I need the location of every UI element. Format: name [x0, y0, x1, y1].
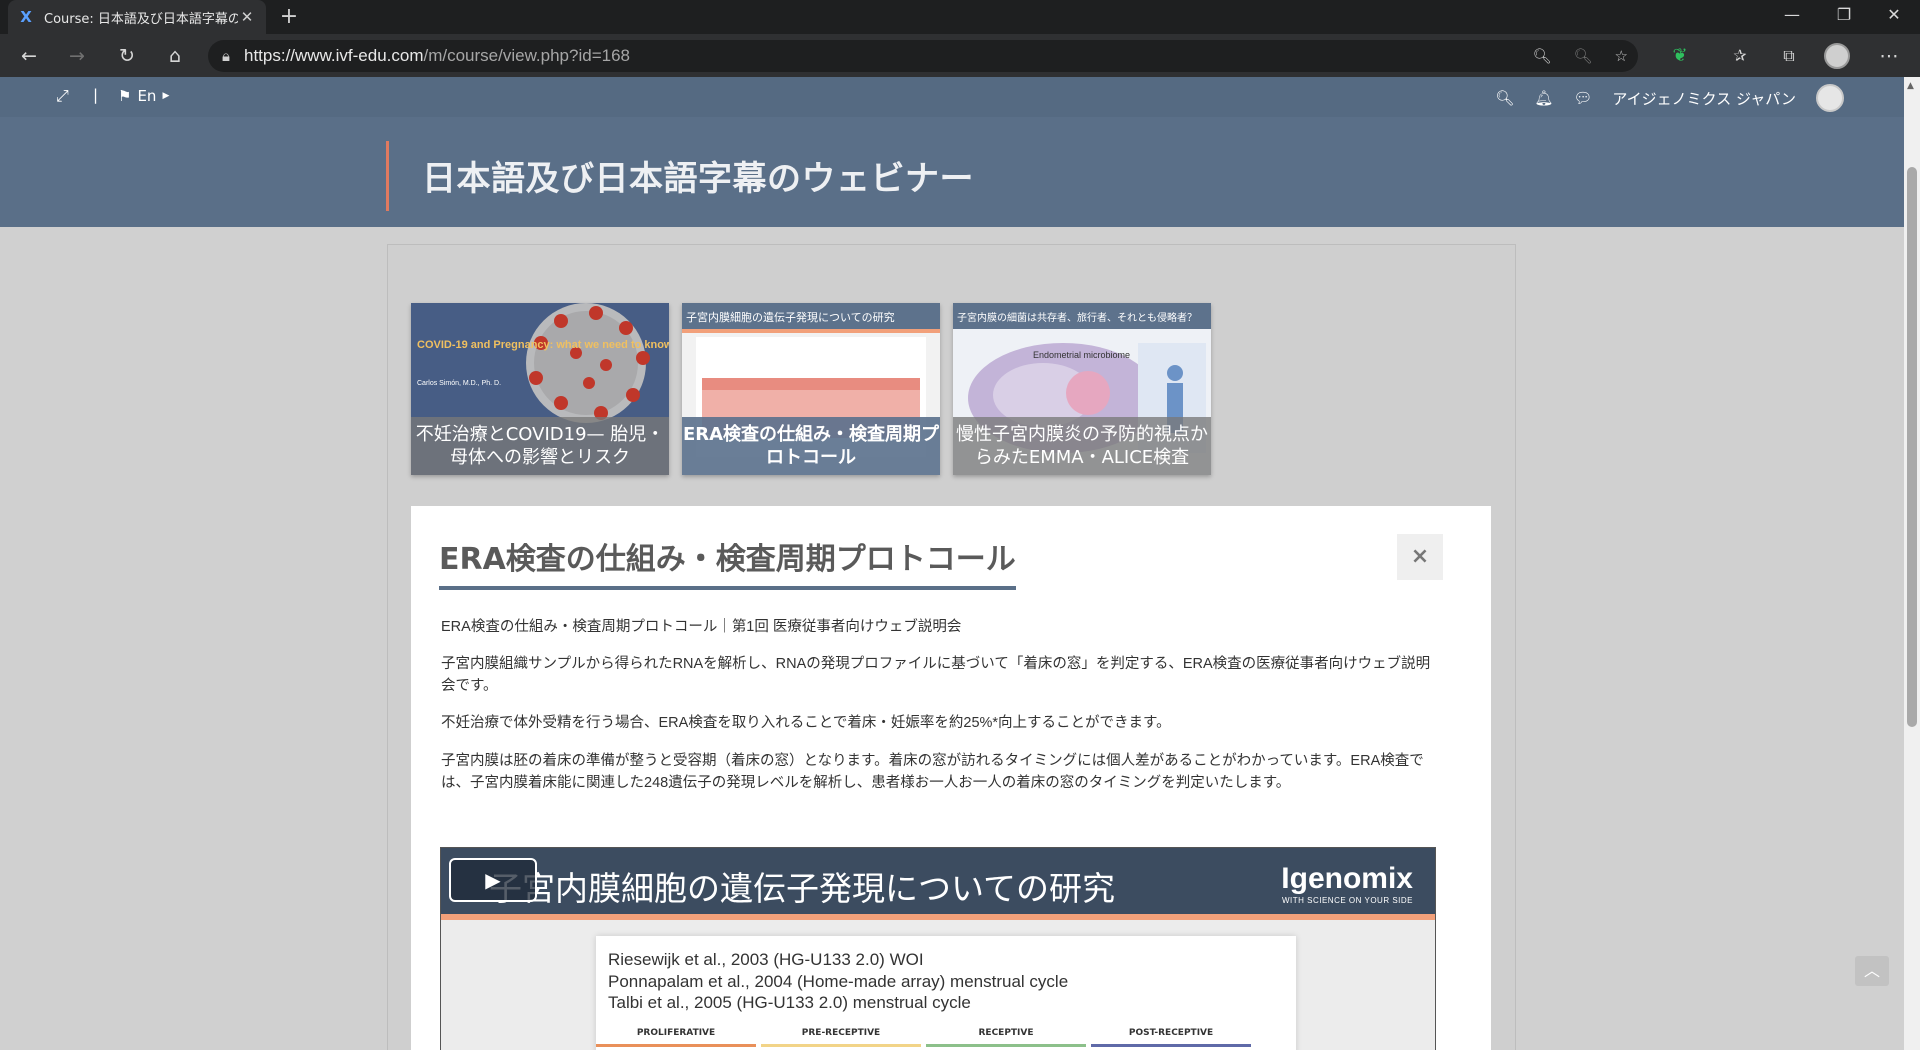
- card-caption: 慢性子宮内膜炎の予防的視点からみたEMMA・ALICE検査: [953, 417, 1211, 475]
- video-slide-content: Riesewijk et al., 2003 (HG-U133 2.0) WOI…: [596, 936, 1296, 1050]
- refresh-button[interactable]: ↻: [112, 41, 142, 71]
- phase-bar: [761, 1044, 921, 1047]
- lock-icon: 🔒︎: [222, 47, 230, 65]
- cycle-phases: PROLIFERATIVE PRE-RECEPTIVE RECEPTIVE PO…: [596, 1028, 1256, 1050]
- svg-text:Endometrial microbiome: Endometrial microbiome: [1033, 350, 1130, 360]
- reference-line: Riesewijk et al., 2003 (HG-U133 2.0) WOI: [608, 950, 924, 969]
- phase-label: RECEPTIVE: [978, 1028, 1034, 1038]
- nav-separator: |: [93, 86, 99, 104]
- evernote-extension-icon[interactable]: ❦: [1665, 41, 1695, 71]
- play-button[interactable]: ▶: [449, 858, 537, 902]
- svg-text:子宮内膜細胞の遺伝子発現についての研究: 子宮内膜細胞の遺伝子発現についての研究: [686, 310, 895, 324]
- fullscreen-toggle-icon[interactable]: ⤢: [56, 86, 69, 106]
- video-slide-header: 子宮内膜細胞の遺伝子発現についての研究 Igenomix WITH SCIENCE…: [441, 848, 1435, 920]
- browser-toolbar: ← → ↻ ⌂ 🔒︎ https://www.ivf-edu.com/m/cou…: [0, 34, 1920, 77]
- phase-label: POST-RECEPTIVE: [1128, 1028, 1214, 1038]
- back-button[interactable]: ←: [14, 41, 44, 71]
- phase-bar: [926, 1044, 1086, 1047]
- play-icon: ▶: [485, 868, 501, 892]
- chevron-up-icon: ︿: [1863, 961, 1880, 980]
- language-menu[interactable]: ⚑ En ▶: [118, 87, 169, 105]
- webinar-card-covid[interactable]: COVID-19 and Pregnancy: what we need to …: [411, 303, 669, 475]
- page-scrollbar[interactable]: ▲: [1904, 77, 1920, 1050]
- browser-tab[interactable]: Χ Course: 日本語及び日本語字幕の ✕: [8, 0, 266, 34]
- site-navbar: ⤢ | ⚑ En ▶ 🔍︎ 🔔︎ 💬︎ アイジェノミクス ジャパン: [0, 77, 1904, 117]
- profile-button[interactable]: [1822, 41, 1852, 71]
- panel-description: 子宮内膜組織サンプルから得られたRNAを解析し、RNAの発現プロファイルに基づい…: [441, 656, 1431, 694]
- language-label: En: [137, 87, 157, 105]
- search-icon[interactable]: 🔍︎: [1495, 89, 1514, 107]
- phase-label: PROLIFERATIVE: [636, 1028, 716, 1038]
- svg-text:子宮内膜の細菌は共存者、旅行者、それとも侵略者？: 子宮内膜の細菌は共存者、旅行者、それとも侵略者？: [957, 311, 1197, 324]
- home-button[interactable]: ⌂: [160, 41, 190, 71]
- collections-icon[interactable]: ⧉: [1774, 41, 1804, 71]
- address-bar[interactable]: 🔒︎ https://www.ivf-edu.com/m/course/view…: [208, 40, 1638, 72]
- reference-line: Ponnapalam et al., 2004 (Home-made array…: [608, 972, 1069, 991]
- card-caption: ERA検査の仕組み・検査周期プロトコール: [682, 417, 940, 475]
- settings-menu-icon[interactable]: ⋯: [1874, 41, 1904, 71]
- header-accent-bar: [386, 141, 389, 211]
- panel-benefit-text: 不妊治療で体外受精を行う場合、ERA検査を取り入れることで着床・妊娠率を約25%…: [441, 715, 1171, 731]
- restore-button[interactable]: ❐: [1816, 0, 1872, 32]
- tab-title: Course: 日本語及び日本語字幕の: [44, 11, 238, 27]
- flag-icon: ⚑: [118, 87, 132, 105]
- scroll-up-arrow-icon[interactable]: ▲: [1907, 81, 1914, 91]
- panel-title: ERA検査の仕組み・検査周期プロトコール: [439, 534, 1016, 590]
- panel-subtitle: ERA検査の仕組み・検査周期プロトコール｜第1回 医療従事者向けウェブ説明会: [441, 619, 962, 635]
- messages-icon[interactable]: 💬︎: [1573, 89, 1592, 107]
- close-tab-icon[interactable]: ✕: [238, 8, 256, 26]
- new-tab-button[interactable]: +: [276, 4, 302, 30]
- phase-bar: [1091, 1044, 1251, 1047]
- tab-strip: Χ Course: 日本語及び日本語字幕の ✕ + — ❐ ✕: [0, 0, 1920, 34]
- phase-label: PRE-RECEPTIVE: [801, 1028, 881, 1038]
- igenomix-logo: Igenomix WITH SCIENCE ON YOUR SIDE: [1281, 862, 1413, 905]
- course-title: 日本語及び日本語字幕のウェビナー: [422, 159, 974, 199]
- caret-right-icon: ▶: [162, 91, 170, 101]
- close-panel-button[interactable]: ×: [1397, 534, 1443, 580]
- favorites-icon[interactable]: ✰: [1725, 41, 1755, 71]
- video-player[interactable]: 子宮内膜細胞の遺伝子発現についての研究 Igenomix WITH SCIENCE…: [440, 847, 1436, 1050]
- zoom-in-icon[interactable]: 🔍︎: [1532, 47, 1551, 65]
- favorite-star-icon[interactable]: ☆: [1615, 47, 1628, 65]
- scrollbar-thumb[interactable]: [1907, 167, 1917, 727]
- site-favicon-icon: Χ: [20, 8, 32, 26]
- zoom-out-icon[interactable]: 🔍︎: [1574, 47, 1593, 65]
- back-to-top-button[interactable]: ︿: [1855, 956, 1889, 986]
- notifications-bell-icon[interactable]: 🔔︎: [1534, 89, 1553, 107]
- covid-thumb-heading: COVID-19 and Pregnancy: what we need to …: [417, 339, 669, 351]
- video-slide-title: 子宮内膜細胞の遺伝子発現についての研究: [489, 869, 1116, 908]
- phase-bar: [596, 1044, 756, 1047]
- svg-text:Carlos Simón, M.D., Ph. D.: Carlos Simón, M.D., Ph. D.: [417, 380, 501, 387]
- close-window-button[interactable]: ✕: [1868, 0, 1920, 32]
- panel-detail-text: 子宮内膜は胚の着床の準備が整うと受容期（着床の窓）となります。着床の窓が訪れるタ…: [441, 753, 1424, 791]
- user-name[interactable]: アイジェノミクス ジャパン: [1612, 88, 1796, 109]
- forward-button[interactable]: →: [62, 41, 92, 71]
- minimize-button[interactable]: —: [1764, 0, 1820, 32]
- course-header: 日本語及び日本語字幕のウェビナー: [0, 117, 1904, 227]
- user-avatar[interactable]: [1816, 84, 1844, 112]
- reference-line: Talbi et al., 2005 (HG-U133 2.0) menstru…: [608, 993, 971, 1012]
- url-text: https://www.ivf-edu.com/m/course/view.ph…: [243, 46, 630, 65]
- webinar-card-emma-alice[interactable]: 子宮内膜の細菌は共存者、旅行者、それとも侵略者？ Endometrial mic…: [953, 303, 1211, 475]
- profile-avatar: [1824, 43, 1850, 69]
- card-caption: 不妊治療とCOVID19— 胎児・母体への影響とリスク: [411, 417, 669, 475]
- webinar-card-era[interactable]: 子宮内膜細胞の遺伝子発現についての研究 ERA検査の仕組み・検査周期プロトコール: [682, 303, 940, 475]
